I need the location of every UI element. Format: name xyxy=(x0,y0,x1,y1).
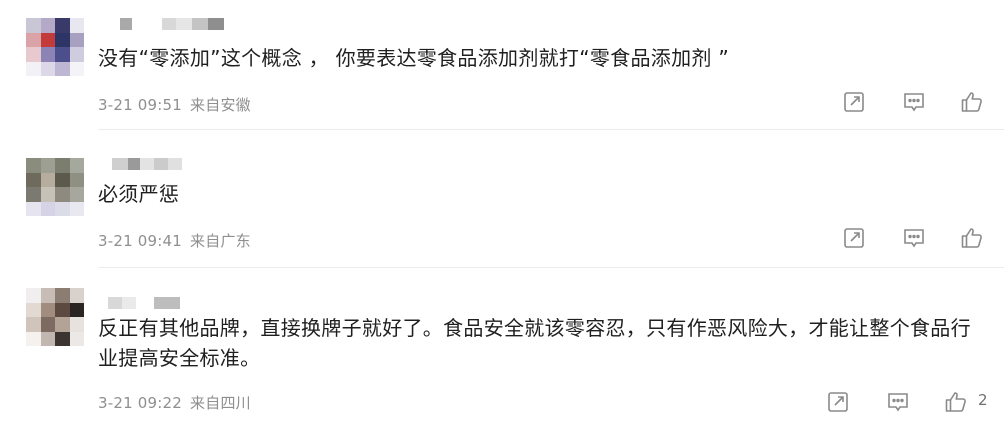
comment-icon xyxy=(888,393,908,412)
thumbs-up-icon xyxy=(961,228,982,248)
username[interactable] xyxy=(98,18,224,30)
like-button[interactable] xyxy=(958,224,986,252)
comment-date: 3-21 09:41 xyxy=(98,232,183,250)
username[interactable] xyxy=(98,297,180,309)
like-count: 2 xyxy=(978,391,988,409)
reply-button[interactable] xyxy=(900,88,928,116)
comment-date: 3-21 09:51 xyxy=(98,96,183,114)
username[interactable] xyxy=(98,158,182,170)
reply-button[interactable] xyxy=(900,224,928,252)
share-icon xyxy=(844,228,864,248)
comment-icon xyxy=(904,229,924,248)
comment-text: 没有“零添加”这个概念 ， 你要表达零食品添加剂就打“零食品添加剂 ” xyxy=(98,46,730,70)
like-button[interactable] xyxy=(942,388,970,416)
comment-actions xyxy=(838,88,998,116)
comment-location: 来自广东 xyxy=(190,232,251,250)
share-icon xyxy=(828,392,848,412)
comment-actions xyxy=(838,224,998,252)
comment-actions: 2 xyxy=(824,388,1000,416)
thumbs-up-icon xyxy=(945,392,966,412)
reply-button[interactable] xyxy=(884,388,912,416)
comment-date: 3-21 09:22 xyxy=(98,394,183,412)
avatar[interactable] xyxy=(26,18,84,76)
comment-text: 反正有其他品牌，直接换牌子就好了。食品安全就该零容忍，只有作恶风险大，才能让整个… xyxy=(98,316,971,370)
comment-item: 反正有其他品牌，直接换牌子就好了。食品安全就该零容忍，只有作恶风险大，才能让整个… xyxy=(0,268,1004,432)
comment-text: 必须严惩 xyxy=(98,182,180,206)
avatar[interactable] xyxy=(26,288,84,346)
share-button[interactable] xyxy=(840,224,868,252)
comment-meta: 3-21 09:51 来自安徽 xyxy=(98,94,251,115)
comment-meta: 3-21 09:41 来自广东 xyxy=(98,230,251,251)
comment-item: 没有“零添加”这个概念 ， 你要表达零食品添加剂就打“零食品添加剂 ” 3-21… xyxy=(0,0,1004,130)
share-button[interactable] xyxy=(824,388,852,416)
share-button[interactable] xyxy=(840,88,868,116)
comment-location: 来自四川 xyxy=(190,394,251,412)
like-button[interactable] xyxy=(958,88,986,116)
comment-location: 来自安徽 xyxy=(190,96,251,114)
comment-item: 必须严惩 3-21 09:41 来自广东 xyxy=(0,130,1004,268)
thumbs-up-icon xyxy=(961,92,982,112)
comment-meta: 3-21 09:22 来自四川 xyxy=(98,392,251,413)
comment-icon xyxy=(904,93,924,112)
share-icon xyxy=(844,92,864,112)
avatar[interactable] xyxy=(26,158,84,216)
